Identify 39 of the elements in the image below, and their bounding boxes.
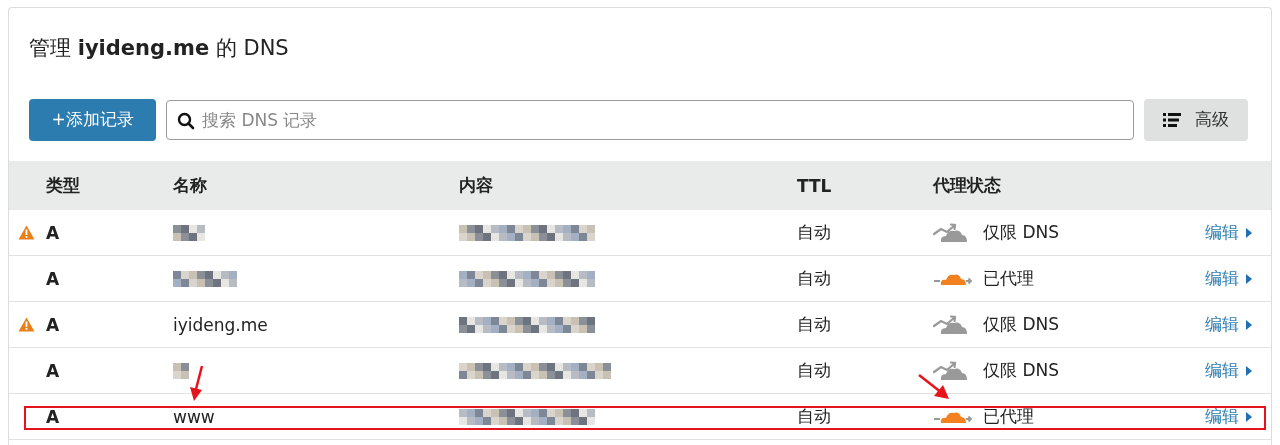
advanced-button[interactable]: 高级 — [1144, 98, 1248, 141]
record-type: A — [46, 360, 61, 381]
proxy-status: 仅限 DNS — [983, 359, 1059, 382]
ttl-value: 自动 — [797, 313, 831, 336]
edit-link[interactable]: 编辑 — [1205, 313, 1271, 336]
record-name: www — [173, 406, 215, 427]
caret-icon — [1245, 272, 1253, 285]
caret-icon — [1245, 364, 1253, 377]
edit-link[interactable]: 编辑 — [1205, 267, 1271, 290]
edit-link[interactable]: 编辑 — [1205, 405, 1271, 428]
list-icon — [1163, 112, 1181, 127]
add-record-button[interactable]: +添加记录 — [29, 98, 156, 141]
proxy-status: 已代理 — [983, 405, 1034, 428]
column-header: TTL — [797, 175, 833, 196]
column-header: 内容 — [459, 174, 494, 197]
caret-icon — [1245, 226, 1253, 239]
arrow — [190, 365, 204, 402]
column-header: 类型 — [46, 174, 81, 197]
edit-link[interactable]: 编辑 — [1205, 221, 1271, 244]
column-header: 代理状态 — [933, 174, 1002, 197]
ttl-value: 自动 — [797, 221, 831, 244]
ttl-value: 自动 — [797, 405, 831, 428]
edit-link[interactable]: 编辑 — [1205, 359, 1271, 382]
record-name: iyideng.me — [173, 314, 268, 335]
record-type: A — [46, 222, 61, 243]
caret-icon — [1245, 410, 1253, 423]
proxy-status: 仅限 DNS — [983, 313, 1059, 336]
record-type: A — [46, 406, 61, 427]
ttl-value: 自动 — [797, 267, 831, 290]
search-field[interactable]: 搜索 DNS 记录 — [166, 99, 1134, 140]
column-header: 名称 — [173, 174, 208, 197]
ttl-value: 自动 — [797, 359, 831, 382]
arrow — [918, 374, 950, 400]
caret-icon — [1245, 318, 1253, 331]
record-type: A — [46, 268, 61, 289]
page-title: 管理 iyideng.me 的 DNS — [28, 35, 290, 62]
proxy-status: 已代理 — [983, 267, 1034, 290]
proxy-status: 仅限 DNS — [983, 221, 1059, 244]
record-type: A — [46, 314, 61, 335]
